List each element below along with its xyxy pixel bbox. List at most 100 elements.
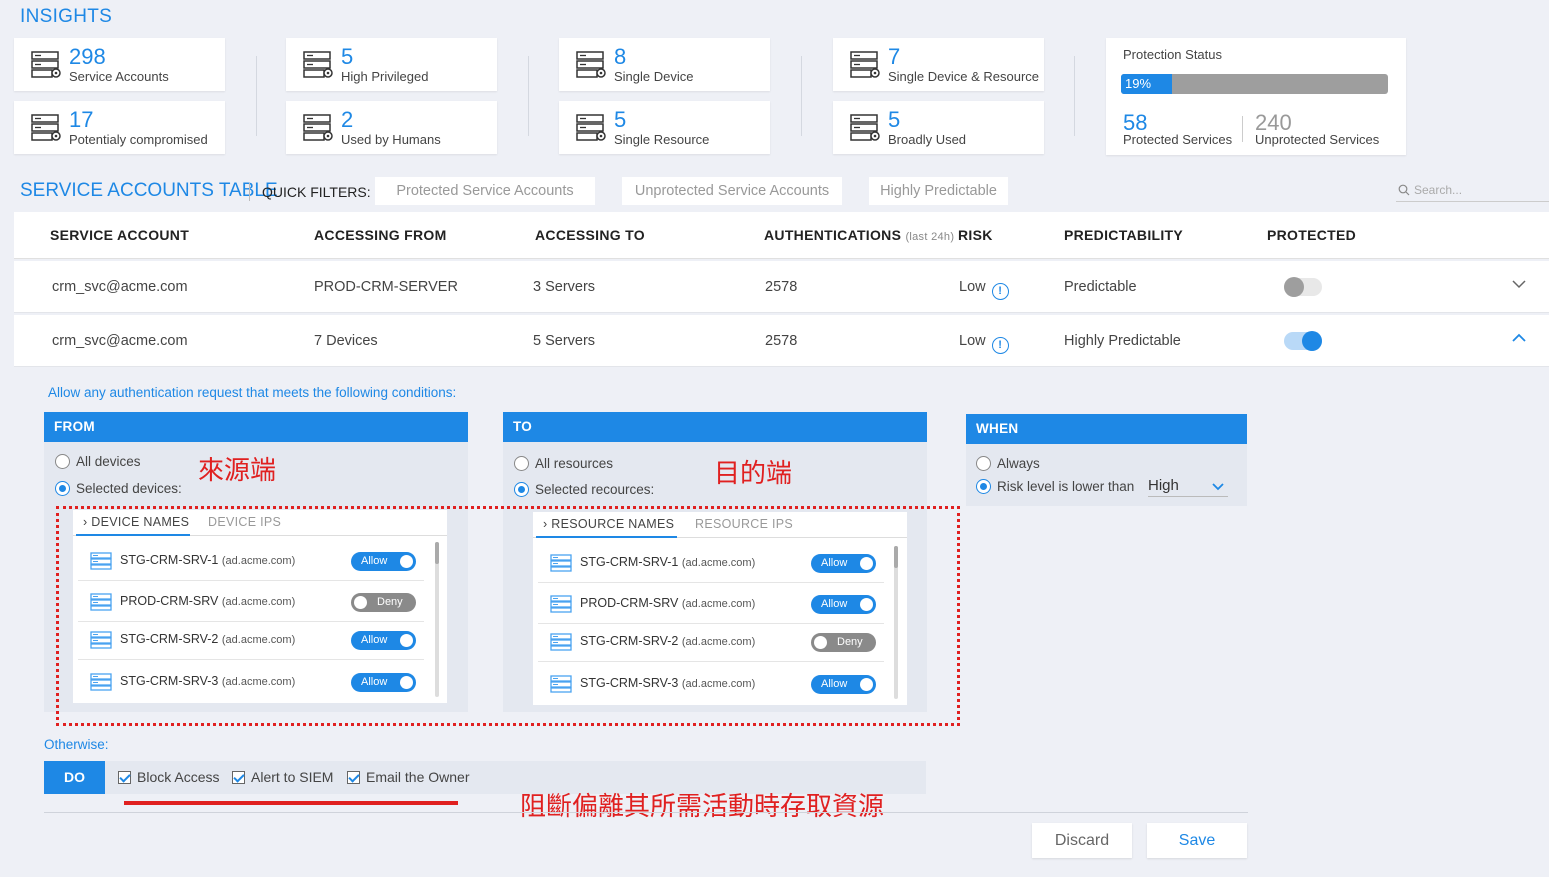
divider	[528, 56, 529, 136]
filter-unprotected[interactable]: Unprotected Service Accounts	[622, 177, 842, 205]
quick-filters-label: QUICK FILTERS:	[262, 184, 371, 200]
insight-card-single-device[interactable]: 8 Single Device	[559, 38, 770, 91]
table-row[interactable]: crm_svc@acme.com PROD-CRM-SERVER 3 Serve…	[14, 261, 1549, 313]
from-header: FROM	[44, 412, 468, 442]
table-title: SERVICE ACCOUNTS TABLE	[20, 180, 278, 201]
radio-checked-icon	[976, 479, 991, 494]
checkbox-email-owner[interactable]: Email the Owner	[347, 769, 469, 785]
cell-predictability: Highly Predictable	[1064, 333, 1181, 349]
col-risk: RISK	[958, 227, 993, 243]
radio-risk-level[interactable]: Risk level is lower than	[976, 479, 1134, 494]
cell-account: crm_svc@acme.com	[52, 279, 188, 295]
table-row[interactable]: crm_svc@acme.com 7 Devices 5 Servers 257…	[14, 315, 1549, 367]
chevron-down-icon[interactable]	[1512, 279, 1526, 289]
info-icon[interactable]: !	[991, 283, 1009, 300]
protected-toggle[interactable]	[1284, 331, 1322, 351]
col-accessing-to: ACCESSING TO	[535, 227, 645, 243]
annotation-underline	[124, 801, 458, 805]
risk-level-select[interactable]: High	[1148, 477, 1228, 497]
protection-progress-bar: 19%	[1121, 74, 1388, 94]
annotation-highlight-box	[56, 506, 960, 726]
protection-status-title: Protection Status	[1123, 47, 1222, 62]
cell-predictability: Predictable	[1064, 279, 1137, 295]
radio-checked-icon	[55, 481, 70, 496]
col-predictability: PREDICTABILITY	[1064, 227, 1184, 243]
checkbox-checked-icon	[118, 771, 131, 784]
insight-label: High Privileged	[341, 69, 429, 84]
table-header: SERVICE ACCOUNT ACCESSING FROM ACCESSING…	[14, 212, 1549, 259]
protection-status-card: Protection Status 19% 58 Protected Servi…	[1106, 38, 1406, 155]
server-icon	[850, 114, 880, 142]
when-header: WHEN	[966, 414, 1247, 444]
col-protected: PROTECTED	[1267, 227, 1357, 243]
insight-count: 7	[888, 44, 901, 69]
info-icon[interactable]: !	[991, 337, 1009, 354]
server-icon	[31, 114, 61, 142]
annotation-to: 目的端	[714, 459, 793, 489]
search-input[interactable]: Search...	[1396, 182, 1549, 202]
radio-icon	[514, 456, 529, 471]
insight-card-used-by-humans[interactable]: 2 Used by Humans	[286, 101, 497, 154]
insight-label: Broadly Used	[888, 132, 967, 147]
insight-count: 5	[341, 44, 354, 69]
checkbox-checked-icon	[347, 771, 360, 784]
checkbox-block-access[interactable]: Block Access	[118, 769, 219, 785]
checkbox-alert-siem[interactable]: Alert to SIEM	[232, 769, 333, 785]
filter-highly-predictable[interactable]: Highly Predictable	[869, 177, 1008, 205]
to-header: TO	[503, 412, 927, 442]
divider	[249, 183, 250, 201]
insights-title: INSIGHTS	[20, 6, 113, 27]
insight-card-single-resource[interactable]: 5 Single Resource	[559, 101, 770, 154]
insight-label: Service Accounts	[69, 69, 169, 84]
insight-card-single-device-resource[interactable]: 7 Single Device & Resource	[833, 38, 1044, 91]
insight-card-potentially-compromised[interactable]: 17 Potentialy compromised	[14, 101, 225, 154]
radio-icon	[55, 454, 70, 469]
cell-to: 5 Servers	[533, 333, 596, 349]
server-icon	[850, 51, 880, 79]
server-icon	[576, 51, 606, 79]
cell-account: crm_svc@acme.com	[52, 333, 188, 349]
server-icon	[576, 114, 606, 142]
cell-from: 7 Devices	[314, 333, 378, 349]
insight-card-service-accounts[interactable]: 298 Service Accounts	[14, 38, 225, 91]
insight-label: Single Resource	[614, 132, 710, 147]
col-service-account: SERVICE ACCOUNT	[50, 227, 190, 243]
search-icon	[1398, 184, 1410, 196]
radio-all-resources[interactable]: All resources	[514, 456, 613, 471]
insight-label: Used by Humans	[341, 132, 441, 147]
protected-toggle[interactable]	[1284, 277, 1322, 297]
risk-level-value: High	[1148, 477, 1179, 494]
server-icon	[303, 114, 333, 142]
divider	[801, 56, 802, 136]
search-placeholder: Search...	[1414, 183, 1463, 197]
radio-checked-icon	[514, 482, 529, 497]
insight-label: Single Device & Resource	[888, 69, 1040, 84]
col-authentications: AUTHENTICATIONS (last 24h)	[764, 227, 955, 243]
insight-count: 298	[69, 44, 106, 69]
server-icon	[31, 51, 61, 79]
protection-progress-fill: 19%	[1121, 74, 1172, 94]
insight-card-broadly-used[interactable]: 5 Broadly Used	[833, 101, 1044, 154]
insight-label: Potentialy compromised	[69, 132, 208, 147]
insight-count: 2	[341, 107, 354, 132]
divider	[1242, 116, 1243, 142]
save-button[interactable]: Save	[1147, 823, 1247, 858]
protected-label: Protected Services	[1123, 132, 1233, 147]
discard-button[interactable]: Discard	[1032, 823, 1132, 858]
radio-selected-devices[interactable]: Selected devices:	[55, 481, 182, 496]
when-panel: WHEN Always Risk level is lower than Hig…	[966, 414, 1247, 506]
radio-always[interactable]: Always	[976, 456, 1040, 471]
cell-auth: 2578	[765, 279, 798, 295]
col-accessing-from: ACCESSING FROM	[314, 227, 447, 243]
insight-card-high-privileged[interactable]: 5 High Privileged	[286, 38, 497, 91]
chevron-up-icon[interactable]	[1512, 333, 1526, 343]
cell-auth: 2578	[765, 333, 798, 349]
radio-selected-resources[interactable]: Selected recources:	[514, 482, 654, 497]
checkbox-checked-icon	[232, 771, 245, 784]
otherwise-label: Otherwise:	[44, 737, 109, 752]
filter-protected[interactable]: Protected Service Accounts	[375, 177, 595, 205]
radio-all-devices[interactable]: All devices	[55, 454, 141, 469]
divider	[44, 812, 1248, 813]
divider	[1074, 56, 1075, 136]
col-auth-note: (last 24h)	[905, 231, 955, 243]
